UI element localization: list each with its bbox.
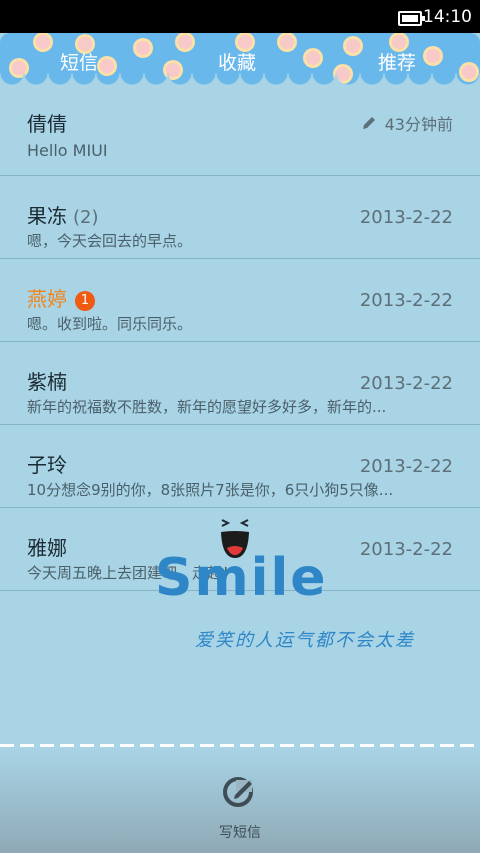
draft-pencil-icon <box>362 117 375 129</box>
unread-badge: 1 <box>75 291 95 311</box>
tab-bar: 短信 收藏 推荐 <box>0 33 480 85</box>
message-preview: 嗯，今天会回去的早点。 <box>27 232 193 250</box>
contact-name: 果冻 (2) <box>27 203 99 231</box>
status-bar: 14:10 <box>0 0 480 33</box>
tab-sms[interactable]: 短信 <box>60 51 98 75</box>
message-count: (2) <box>73 207 99 228</box>
wallpaper-title: Smile <box>155 548 328 608</box>
message-time: 2013-2-22 <box>359 373 453 394</box>
message-preview: Hello MIUI <box>27 141 108 160</box>
tab-favorites[interactable]: 收藏 <box>218 51 256 75</box>
status-time: 14:10 <box>423 7 472 27</box>
conversation-row[interactable]: 紫楠 新年的祝福数不胜数，新年的愿望好多好多，新年的... 2013-2-22 <box>0 342 480 425</box>
battery-icon <box>398 11 425 26</box>
compose-icon[interactable] <box>222 776 254 808</box>
message-time: 2013-2-22 <box>359 456 453 477</box>
wallpaper-smile-art: Smile 爱笑的人运气都不会太差 <box>150 508 450 668</box>
contact-name: 燕婷 1 <box>27 286 95 312</box>
tab-recommend[interactable]: 推荐 <box>378 51 416 75</box>
contact-name: 子玲 <box>27 453 67 477</box>
conversation-row[interactable]: 果冻 (2) 嗯，今天会回去的早点。 2013-2-22 <box>0 176 480 259</box>
compose-label[interactable]: 写短信 <box>0 822 480 842</box>
message-preview: 嗯。收到啦。同乐同乐。 <box>27 315 193 333</box>
message-time-text: 43分钟前 <box>384 115 453 134</box>
conversation-row[interactable]: 倩倩 Hello MIUI 43分钟前 <box>0 85 480 176</box>
message-preview: 新年的祝福数不胜数，新年的愿望好多好多，新年的... <box>27 398 387 416</box>
wallpaper-tagline: 爱笑的人运气都不会太差 <box>195 630 415 651</box>
message-time: 2013-2-22 <box>359 207 453 228</box>
message-time: 43分钟前 <box>361 113 453 137</box>
bottom-bar: 写短信 <box>0 748 480 853</box>
conversation-row[interactable]: 子玲 10分想念9别的你，8张照片7张是你，6只小狗5只像... 2013-2-… <box>0 425 480 508</box>
contact-name-text: 燕婷 <box>27 287 67 311</box>
contact-name: 雅娜 <box>27 536 67 560</box>
message-time: 2013-2-22 <box>359 290 453 311</box>
contact-name: 倩倩 <box>27 112 67 136</box>
contact-name-text: 果冻 <box>27 204 67 228</box>
divider <box>0 744 480 747</box>
conversation-row[interactable]: 燕婷 1 嗯。收到啦。同乐同乐。 2013-2-22 <box>0 259 480 342</box>
message-preview: 10分想念9别的你，8张照片7张是你，6只小狗5只像... <box>27 481 394 499</box>
contact-name: 紫楠 <box>27 370 67 394</box>
